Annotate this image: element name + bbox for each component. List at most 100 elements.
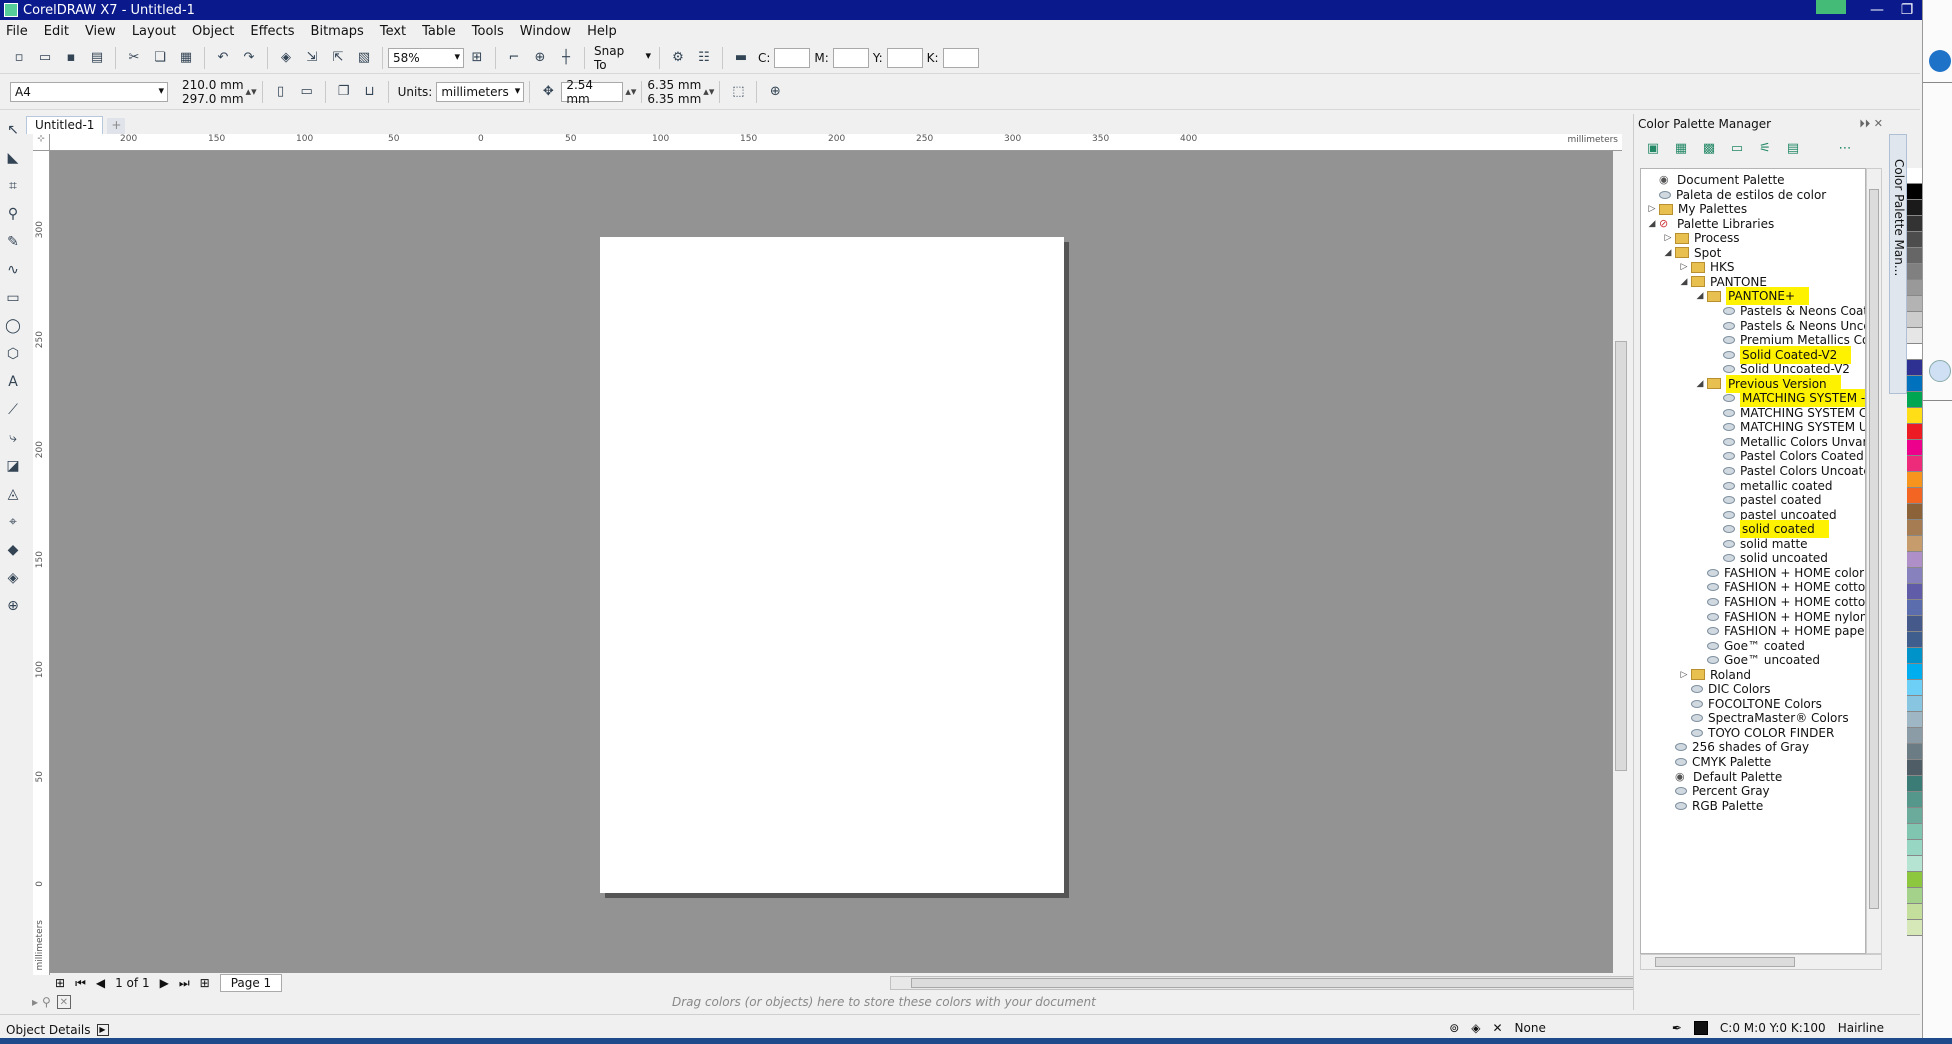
document-page[interactable] [600, 237, 1064, 893]
search-content-icon[interactable]: ◈ [275, 47, 297, 69]
undo-icon[interactable]: ↶ [212, 47, 234, 69]
new-folder-icon[interactable]: ▤ [1782, 138, 1804, 158]
cmyk-y-input[interactable] [886, 47, 923, 68]
docker-controls[interactable]: ⏵⏵ ✕ [1859, 114, 1883, 134]
color-swatch[interactable] [1907, 264, 1922, 280]
canvas-horizontal-scrollbar[interactable] [890, 976, 1670, 990]
menu-table[interactable]: Table [422, 24, 456, 39]
restore-icon[interactable]: ❐ [1892, 0, 1922, 20]
menu-edit[interactable]: Edit [44, 24, 69, 39]
docker-side-tab[interactable]: Color Palette Man... [1889, 134, 1907, 394]
color-swatch[interactable] [1907, 664, 1922, 680]
options-icon[interactable]: ⚙ [667, 47, 689, 69]
duplicate-spinner-icon[interactable]: ▴▾ [703, 86, 714, 97]
add-page-icon[interactable]: ⊞ [55, 976, 65, 990]
menu-bitmaps[interactable]: Bitmaps [311, 24, 364, 39]
color-swatch[interactable] [1907, 456, 1922, 472]
color-swatch[interactable] [1907, 776, 1922, 792]
add-tool-icon[interactable]: ⊕ [2, 594, 24, 618]
page-width-input[interactable]: 210.0 mm [182, 78, 244, 92]
zoom-fit-icon[interactable]: ⊞ [466, 47, 488, 69]
pick-tool-icon[interactable]: ↖ [2, 118, 24, 142]
color-swatch[interactable] [1907, 232, 1922, 248]
duplicate-y-input[interactable]: 6.35 mm [647, 92, 701, 106]
back-button[interactable] [1929, 50, 1951, 72]
color-swatch[interactable] [1907, 424, 1922, 440]
color-swatch[interactable] [1907, 824, 1922, 840]
canvas-vertical-scrollbar[interactable] [1613, 151, 1629, 975]
print-icon[interactable]: ▤ [86, 47, 108, 69]
page-tab[interactable]: Page 1 [219, 974, 283, 992]
vertical-ruler[interactable]: 300 250 200 150 100 50 0 millimeters [33, 151, 50, 975]
all-pages-icon[interactable]: ❐ [333, 81, 355, 103]
menu-help[interactable]: Help [587, 24, 617, 39]
color-swatch[interactable] [1907, 520, 1922, 536]
scroll-thumb[interactable] [1655, 957, 1795, 967]
first-page-icon[interactable]: ⏮ [75, 976, 86, 991]
save-icon[interactable]: ▪ [60, 47, 82, 69]
nudge-spinner-icon[interactable]: ▴▾ [625, 86, 636, 97]
color-swatch[interactable] [1907, 216, 1922, 232]
nudge-distance-input[interactable]: 2.54 mm [561, 78, 624, 106]
rectangle-tool-icon[interactable]: ▭ [2, 286, 24, 310]
application-launcher-icon[interactable]: ☷ [693, 47, 715, 69]
color-swatch[interactable] [1907, 408, 1922, 424]
color-swatch[interactable] [1907, 632, 1922, 648]
palette-tree[interactable]: ◉ Document Palette Paleta de estilos de co… [1640, 168, 1866, 954]
copy-icon[interactable]: ❏ [149, 47, 171, 69]
color-swatch[interactable] [1907, 760, 1922, 776]
color-swatch[interactable] [1907, 792, 1922, 808]
export-icon[interactable]: ⇱ [327, 47, 349, 69]
previous-page-icon[interactable]: ◀ [96, 976, 105, 990]
text-tool-icon[interactable]: A [2, 370, 24, 394]
color-swatch[interactable] [1907, 904, 1922, 920]
landscape-icon[interactable]: ▭ [296, 81, 318, 103]
color-swatch[interactable] [1907, 552, 1922, 568]
scroll-thumb[interactable] [1869, 189, 1879, 909]
tree-expander-icon[interactable]: ◢ [1677, 273, 1691, 291]
color-swatch[interactable] [1907, 248, 1922, 264]
zoom-level-dropdown[interactable]: 58% [388, 47, 464, 68]
paper-size-dropdown[interactable]: A4 [10, 81, 168, 102]
tree-expander-icon[interactable]: ◢ [1693, 375, 1707, 393]
palette-tree-item[interactable]: RGB Palette [1661, 797, 1763, 815]
color-swatch[interactable] [1907, 184, 1922, 200]
paste-icon[interactable]: ▦ [175, 47, 197, 69]
color-swatch[interactable] [1907, 488, 1922, 504]
color-swatch[interactable] [1907, 744, 1922, 760]
color-swatch[interactable] [1907, 392, 1922, 408]
guidelines-icon[interactable]: ┼ [555, 47, 577, 69]
drawing-window[interactable] [50, 151, 1613, 975]
document-tab[interactable]: Untitled-1 [26, 116, 104, 134]
menu-object[interactable]: Object [192, 24, 234, 39]
eyedropper-icon[interactable]: ⚲ [42, 995, 51, 1009]
palette-arrow-icon[interactable]: ▸ [32, 995, 38, 1009]
connector-tool-icon[interactable]: ⤷ [2, 426, 24, 450]
color-swatch[interactable] [1907, 200, 1922, 216]
horizontal-ruler[interactable]: 200 150 100 50 0 50 100 150 200 250 300 … [50, 134, 1622, 151]
smart-fill-icon[interactable]: ◈ [2, 566, 24, 590]
grid-icon[interactable]: ⊕ [529, 47, 551, 69]
menu-effects[interactable]: Effects [250, 24, 294, 39]
menu-view[interactable]: View [85, 24, 116, 39]
color-swatch[interactable] [1907, 584, 1922, 600]
redo-icon[interactable]: ↷ [238, 47, 260, 69]
page-height-input[interactable]: 297.0 mm [182, 92, 244, 106]
add-page-after-icon[interactable]: ⊞ [200, 976, 210, 990]
outline-pen-icon[interactable]: ✒ [1672, 1021, 1682, 1035]
units-dropdown[interactable]: millimeters [436, 81, 525, 102]
snap-to-dropdown[interactable]: Snap To [590, 44, 654, 72]
menu-layout[interactable]: Layout [132, 24, 176, 39]
color-swatch[interactable] [1907, 344, 1922, 360]
color-swatch[interactable] [1907, 840, 1922, 856]
current-page-icon[interactable]: ⊔ [359, 81, 381, 103]
transparency-icon[interactable]: ◬ [2, 482, 24, 506]
create-from-selection-icon[interactable]: ▦ [1670, 138, 1692, 158]
color-swatch[interactable] [1907, 568, 1922, 584]
zoom-tool-icon[interactable]: ⚲ [2, 202, 24, 226]
freehand-tool-icon[interactable]: ✎ [2, 230, 24, 254]
color-swatch[interactable] [1907, 696, 1922, 712]
outline-color-swatch[interactable] [1693, 1021, 1708, 1035]
tree-expander-icon[interactable]: ◢ [1661, 244, 1675, 262]
palette-tree-vertical-scrollbar[interactable] [1866, 168, 1882, 954]
